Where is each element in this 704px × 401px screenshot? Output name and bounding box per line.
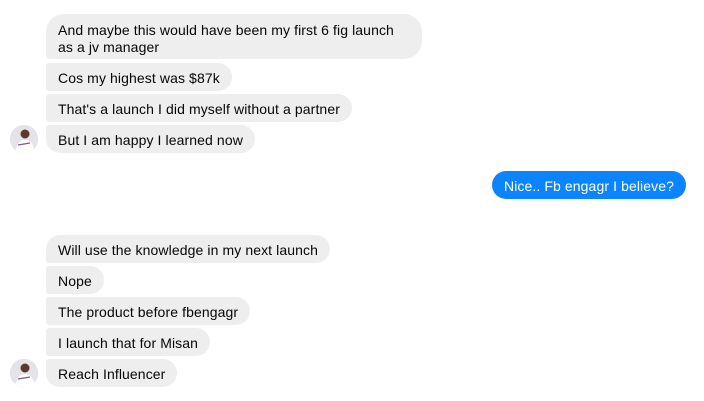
contact-avatar-icon[interactable]	[10, 359, 38, 387]
person-icon	[10, 359, 38, 387]
incoming-message[interactable]: But I am happy I learned now	[46, 125, 255, 153]
message-thread: And maybe this would have been my first …	[0, 0, 704, 401]
incoming-message[interactable]: And maybe this would have been my first …	[46, 14, 422, 59]
incoming-message[interactable]: Will use the knowledge in my next launch	[46, 235, 331, 263]
contact-avatar-icon[interactable]	[10, 125, 38, 153]
incoming-message[interactable]: Cos my highest was $87k	[46, 63, 232, 91]
incoming-message[interactable]: Reach Influencer	[46, 359, 178, 387]
person-icon	[10, 125, 38, 153]
incoming-message[interactable]: The product before fbengagr	[46, 297, 251, 325]
outgoing-message[interactable]: Nice.. Fb engagr I believe?	[492, 171, 687, 199]
incoming-message[interactable]: Nope	[46, 266, 104, 294]
incoming-message[interactable]: I launch that for Misan	[46, 328, 211, 356]
incoming-message[interactable]: That's a launch I did myself without a p…	[46, 94, 352, 122]
